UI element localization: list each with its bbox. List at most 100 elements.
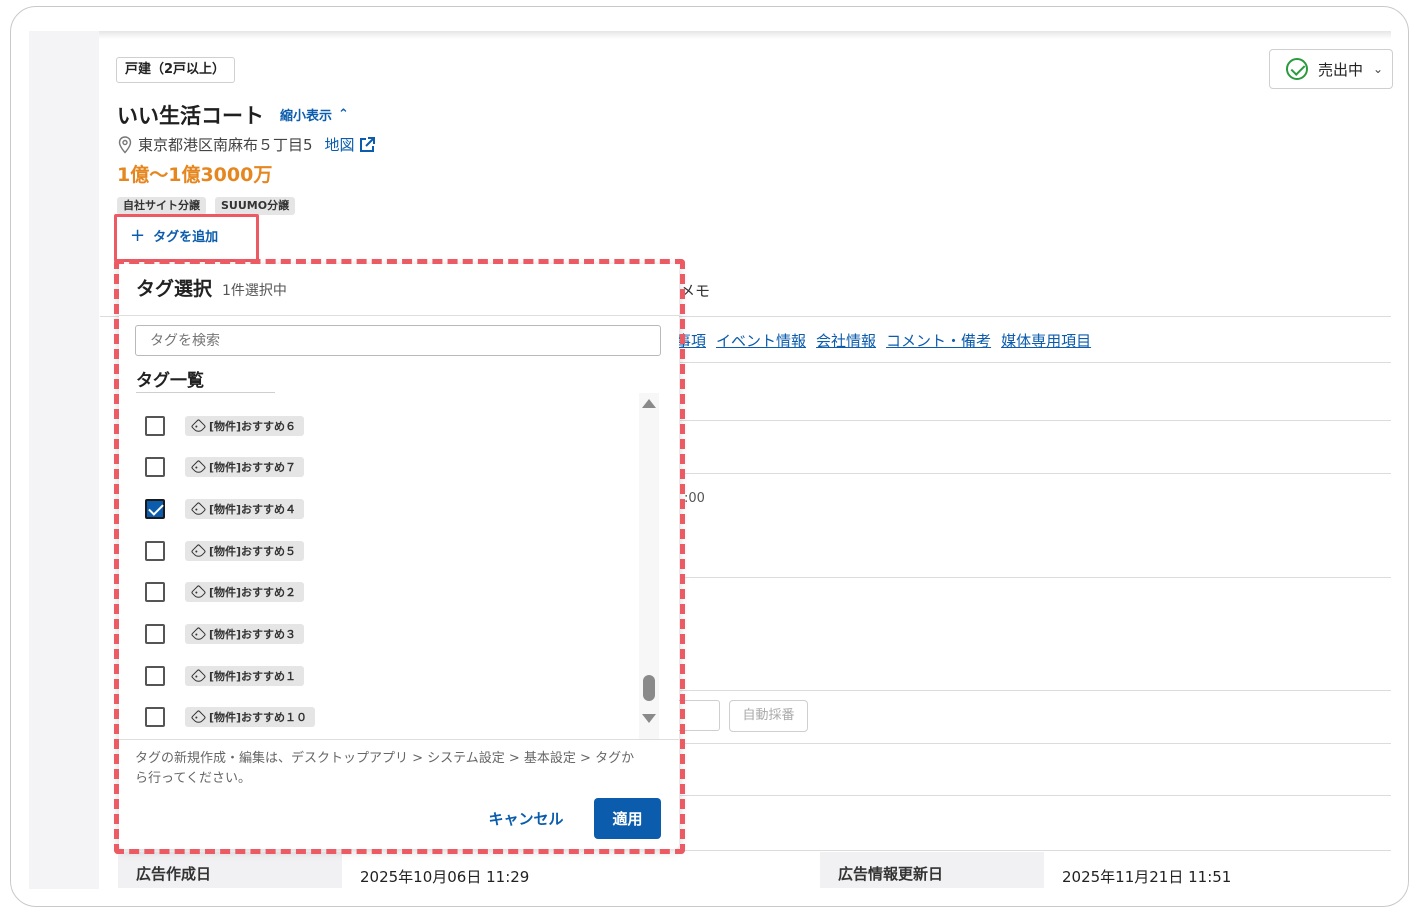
- divider: [680, 795, 1391, 796]
- tag-checkbox[interactable]: [145, 624, 165, 644]
- chevron-down-icon: ⌄: [1373, 62, 1384, 76]
- divider: [119, 739, 679, 740]
- tag-icon: [190, 543, 207, 559]
- tag-chip: [物件]おすすめ１０: [185, 707, 316, 727]
- tag-row[interactable]: [物件]おすすめ６: [145, 414, 305, 438]
- tag-help-note: タグの新規作成・編集は、デスクトップアプリ > システム設定 > 基本設定 > …: [135, 751, 635, 786]
- tag-label: [物件]おすすめ１０: [209, 711, 308, 724]
- add-tag-label: タグを追加: [153, 230, 219, 245]
- map-link[interactable]: 地図: [325, 134, 376, 155]
- address-row: 東京都港区南麻布５丁目5 地図: [118, 134, 376, 155]
- tag-chip: [物件]おすすめ１: [185, 666, 305, 686]
- tag-checkbox[interactable]: [145, 416, 165, 436]
- badge-own-site: 自社サイト分譲: [117, 197, 206, 215]
- location-pin-icon: [118, 135, 132, 154]
- add-tag-button[interactable]: + タグを追加: [130, 226, 218, 245]
- tag-checkbox[interactable]: [145, 457, 165, 477]
- tag-chip: [物件]おすすめ７: [185, 457, 305, 477]
- external-link-icon: [359, 136, 375, 152]
- tag-label: [物件]おすすめ７: [209, 461, 297, 474]
- section-links: 事項 イベント情報 会社情報 コメント・備考 媒体専用項目: [676, 330, 1091, 351]
- tag-label: [物件]おすすめ１: [209, 670, 297, 683]
- tag-list-scrollbar[interactable]: [639, 393, 659, 739]
- tag-chip: [物件]おすすめ４: [185, 499, 305, 519]
- tag-list-heading: タグ一覧: [136, 371, 204, 391]
- divider: [680, 690, 1391, 691]
- plus-icon: +: [130, 224, 146, 246]
- tag-label: [物件]おすすめ４: [209, 503, 297, 516]
- top-shadow: [29, 31, 1391, 39]
- tag-row[interactable]: [物件]おすすめ２: [145, 580, 305, 604]
- time-fragment: :00: [684, 491, 705, 506]
- section-link-media[interactable]: 媒体専用項目: [1001, 330, 1091, 351]
- tag-row[interactable]: [物件]おすすめ７: [145, 455, 305, 479]
- collapse-label: 縮小表示: [280, 109, 333, 124]
- tag-icon: [190, 459, 207, 475]
- popover-title: タグ選択: [136, 278, 213, 300]
- tag-row[interactable]: [物件]おすすめ５: [145, 539, 305, 563]
- apply-button[interactable]: 適用: [594, 798, 661, 839]
- badge-suumo: SUUMO分譲: [215, 197, 296, 215]
- tag-chip: [物件]おすすめ２: [185, 582, 305, 602]
- tag-icon: [190, 501, 207, 517]
- tag-checkbox[interactable]: [145, 541, 165, 561]
- tag-chip: [物件]おすすめ３: [185, 624, 305, 644]
- tag-checkbox[interactable]: [145, 582, 165, 602]
- status-select[interactable]: 売出中 ⌄: [1269, 49, 1393, 89]
- chevron-up-icon: ⌃: [338, 107, 349, 122]
- tag-label: [物件]おすすめ３: [209, 628, 297, 641]
- ad-created-label: 広告作成日: [118, 852, 342, 888]
- divider: [680, 850, 1391, 851]
- section-link-events[interactable]: イベント情報: [716, 330, 806, 351]
- tag-icon: [190, 668, 207, 684]
- auto-number-button[interactable]: 自動採番: [729, 700, 808, 732]
- status-label: 売出中: [1318, 60, 1364, 79]
- tag-chip: [物件]おすすめ５: [185, 541, 305, 561]
- map-link-label: 地図: [324, 136, 355, 154]
- section-link-notes[interactable]: 事項: [676, 330, 706, 351]
- divider: [680, 420, 1391, 421]
- scroll-thumb[interactable]: [643, 675, 655, 701]
- memo-tab-fragment[interactable]: メモ: [680, 280, 710, 301]
- divider: [680, 577, 1391, 578]
- left-sidebar-strip: [29, 31, 99, 889]
- tag-row[interactable]: [物件]おすすめ４: [145, 497, 305, 521]
- section-link-company[interactable]: 会社情報: [816, 330, 876, 351]
- tag-chip: [物件]おすすめ６: [185, 416, 305, 436]
- check-circle-icon: [1286, 58, 1308, 80]
- section-link-comments[interactable]: コメント・備考: [886, 330, 991, 351]
- tag-checkbox[interactable]: [145, 707, 165, 727]
- cancel-button[interactable]: キャンセル: [481, 802, 571, 834]
- tag-select-popover: タグ選択 1件選択中 タグ一覧 [物件]おすすめ６ [物件]おすすめ７ [物件]…: [119, 264, 679, 849]
- ad-updated-value: 2025年11月21日 11:51: [1062, 868, 1232, 886]
- tag-search-input[interactable]: [135, 325, 661, 356]
- tag-icon: [190, 584, 207, 600]
- scroll-down-arrow-icon[interactable]: [642, 714, 656, 723]
- tag-row[interactable]: [物件]おすすめ３: [145, 622, 305, 646]
- tag-icon: [190, 418, 207, 434]
- tag-icon: [190, 626, 207, 642]
- page-title: いい生活コート: [117, 104, 264, 128]
- tag-checkbox[interactable]: [145, 666, 165, 686]
- divider: [680, 362, 1391, 363]
- tag-label: [物件]おすすめ６: [209, 420, 297, 433]
- tag-icon: [190, 709, 207, 725]
- popover-header: タグ選択 1件選択中: [119, 264, 679, 316]
- address-text: 東京都港区南麻布５丁目5: [138, 136, 313, 154]
- tag-label: [物件]おすすめ５: [209, 545, 297, 558]
- ad-created-value: 2025年10月06日 11:29: [360, 868, 530, 886]
- price-range: 1億〜1億3000万: [117, 164, 273, 186]
- tag-checkbox-checked[interactable]: [145, 499, 165, 519]
- collapse-toggle[interactable]: 縮小表示 ⌃: [280, 105, 349, 124]
- property-type-chip: 戸建（2戸以上）: [116, 57, 235, 83]
- tag-label: [物件]おすすめ２: [209, 586, 297, 599]
- scroll-up-arrow-icon[interactable]: [642, 399, 656, 408]
- tag-row[interactable]: [物件]おすすめ１０: [145, 705, 316, 729]
- tag-row[interactable]: [物件]おすすめ１: [145, 664, 305, 688]
- divider: [680, 473, 1391, 474]
- number-input[interactable]: [676, 700, 720, 731]
- divider: [680, 743, 1391, 744]
- tag-list[interactable]: [物件]おすすめ６ [物件]おすすめ７ [物件]おすすめ４ [物件]おすすめ５ …: [119, 393, 659, 738]
- ad-updated-label: 広告情報更新日: [820, 852, 1044, 888]
- selected-count: 1件選択中: [222, 283, 287, 299]
